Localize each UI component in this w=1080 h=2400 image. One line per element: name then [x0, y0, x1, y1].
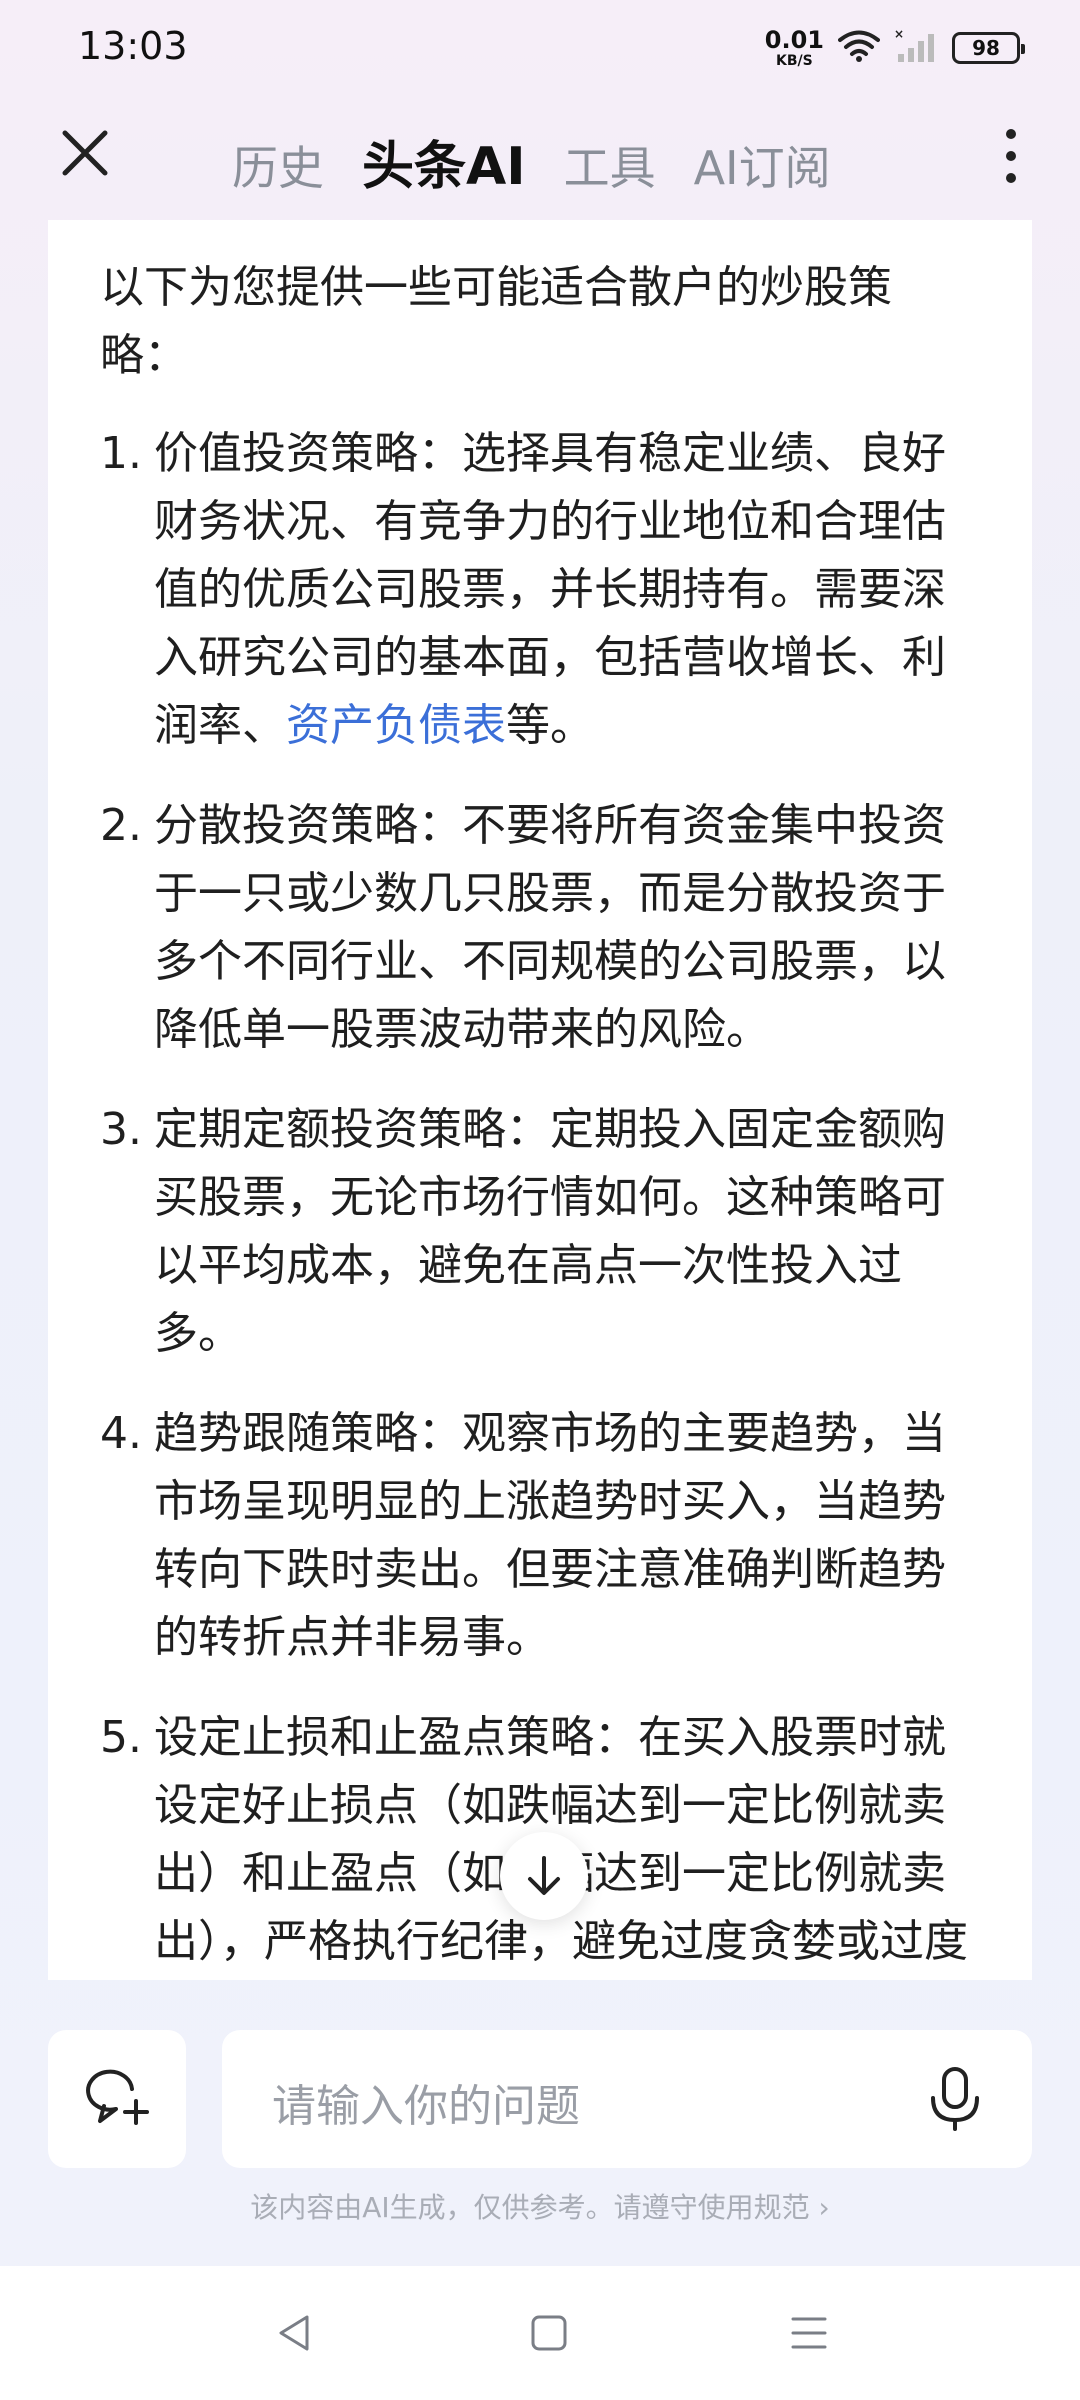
list-item-number: 1. — [100, 428, 142, 479]
list-item-number: 3. — [100, 1104, 142, 1155]
balance-sheet-link[interactable]: 资产负债表 — [286, 700, 506, 751]
list-item-text: 价值投资策略：选择具有稳定业绩、良好财务状况、有竞争力的行业地位和合理估值的优质… — [154, 428, 946, 751]
list-item-number: 5. — [100, 1712, 142, 1763]
network-speed: 0.01 KB/S — [765, 28, 824, 68]
battery-level: 98 — [972, 36, 1000, 60]
answer-card: 以下为您提供一些可能适合散户的炒股策略： 1. 价值投资策略：选择具有稳定业绩、… — [48, 220, 1032, 1980]
arrow-down-icon — [528, 1856, 560, 1895]
more-vertical-icon — [1006, 129, 1016, 139]
tab-bar: 历史 头条AI 工具 AI订阅 — [232, 124, 831, 199]
more-options-button[interactable] — [986, 116, 1036, 196]
list-item: 2. 分散投资策略：不要将所有资金集中投资于一只或少数几只股票，而是分散投资于多… — [100, 792, 976, 1064]
tab-history[interactable]: 历史 — [232, 132, 324, 198]
status-icons: 0.01 KB/S × 98 — [765, 26, 1025, 70]
question-input[interactable]: 请输入你的问题 — [222, 2030, 1032, 2168]
nav-back-button[interactable] — [262, 2300, 328, 2366]
new-chat-icon — [86, 2069, 149, 2125]
recent-menu-icon — [791, 2317, 827, 2349]
battery-indicator: 98 — [952, 32, 1025, 64]
list-item: 4. 趋势跟随策略：观察市场的主要趋势，当市场呈现明显的上涨趋势时买入，当趋势转… — [100, 1400, 976, 1672]
network-speed-unit: KB/S — [776, 53, 813, 69]
new-chat-button[interactable] — [48, 2030, 186, 2168]
ai-disclaimer[interactable]: 该内容由AI生成，仅供参考。请遵守使用规范 › — [0, 2186, 1080, 2226]
list-item-text: 分散投资策略：不要将所有资金集中投资于一只或少数几只股票，而是分散投资于多个不同… — [154, 800, 946, 1055]
list-item: 1. 价值投资策略：选择具有稳定业绩、良好财务状况、有竞争力的行业地位和合理估值… — [100, 420, 976, 760]
status-bar: 13:03 0.01 KB/S × 98 — [0, 0, 1080, 100]
list-item-text: 趋势跟随策略：观察市场的主要趋势，当市场呈现明显的上涨趋势时买入，当趋势转向下跌… — [154, 1408, 946, 1663]
tab-tools[interactable]: 工具 — [564, 132, 656, 198]
wifi-icon — [838, 29, 880, 67]
list-item-number: 4. — [100, 1408, 142, 1459]
list-item-text: 定期定额投资策略：定期投入固定金额购买股票，无论市场行情如何。这种策略可以平均成… — [154, 1104, 946, 1359]
scroll-to-bottom-button[interactable] — [500, 1832, 588, 1920]
signal-icon: × — [894, 27, 938, 68]
network-speed-value: 0.01 — [764, 26, 824, 54]
list-item-number: 2. — [100, 800, 142, 851]
close-button[interactable] — [50, 118, 120, 188]
microphone-icon — [931, 2067, 979, 2131]
status-time: 13:03 — [78, 24, 188, 68]
tab-toutiao-ai[interactable]: 头条AI — [362, 124, 526, 199]
svg-text:×: × — [894, 28, 904, 41]
nav-home-button[interactable] — [516, 2300, 582, 2366]
question-input-placeholder: 请输入你的问题 — [272, 2081, 580, 2132]
close-icon — [62, 130, 108, 176]
back-triangle-icon — [279, 2315, 309, 2351]
voice-input-button[interactable] — [918, 2062, 992, 2136]
tab-ai-subscription[interactable]: AI订阅 — [694, 132, 831, 198]
answer-intro: 以下为您提供一些可能适合散户的炒股策略： — [100, 262, 892, 381]
home-square-icon — [531, 2315, 567, 2351]
list-item: 3. 定期定额投资策略：定期投入固定金额购买股票，无论市场行情如何。这种策略可以… — [100, 1096, 976, 1368]
nav-recent-button[interactable] — [776, 2300, 842, 2366]
system-nav-bar — [0, 2266, 1080, 2400]
